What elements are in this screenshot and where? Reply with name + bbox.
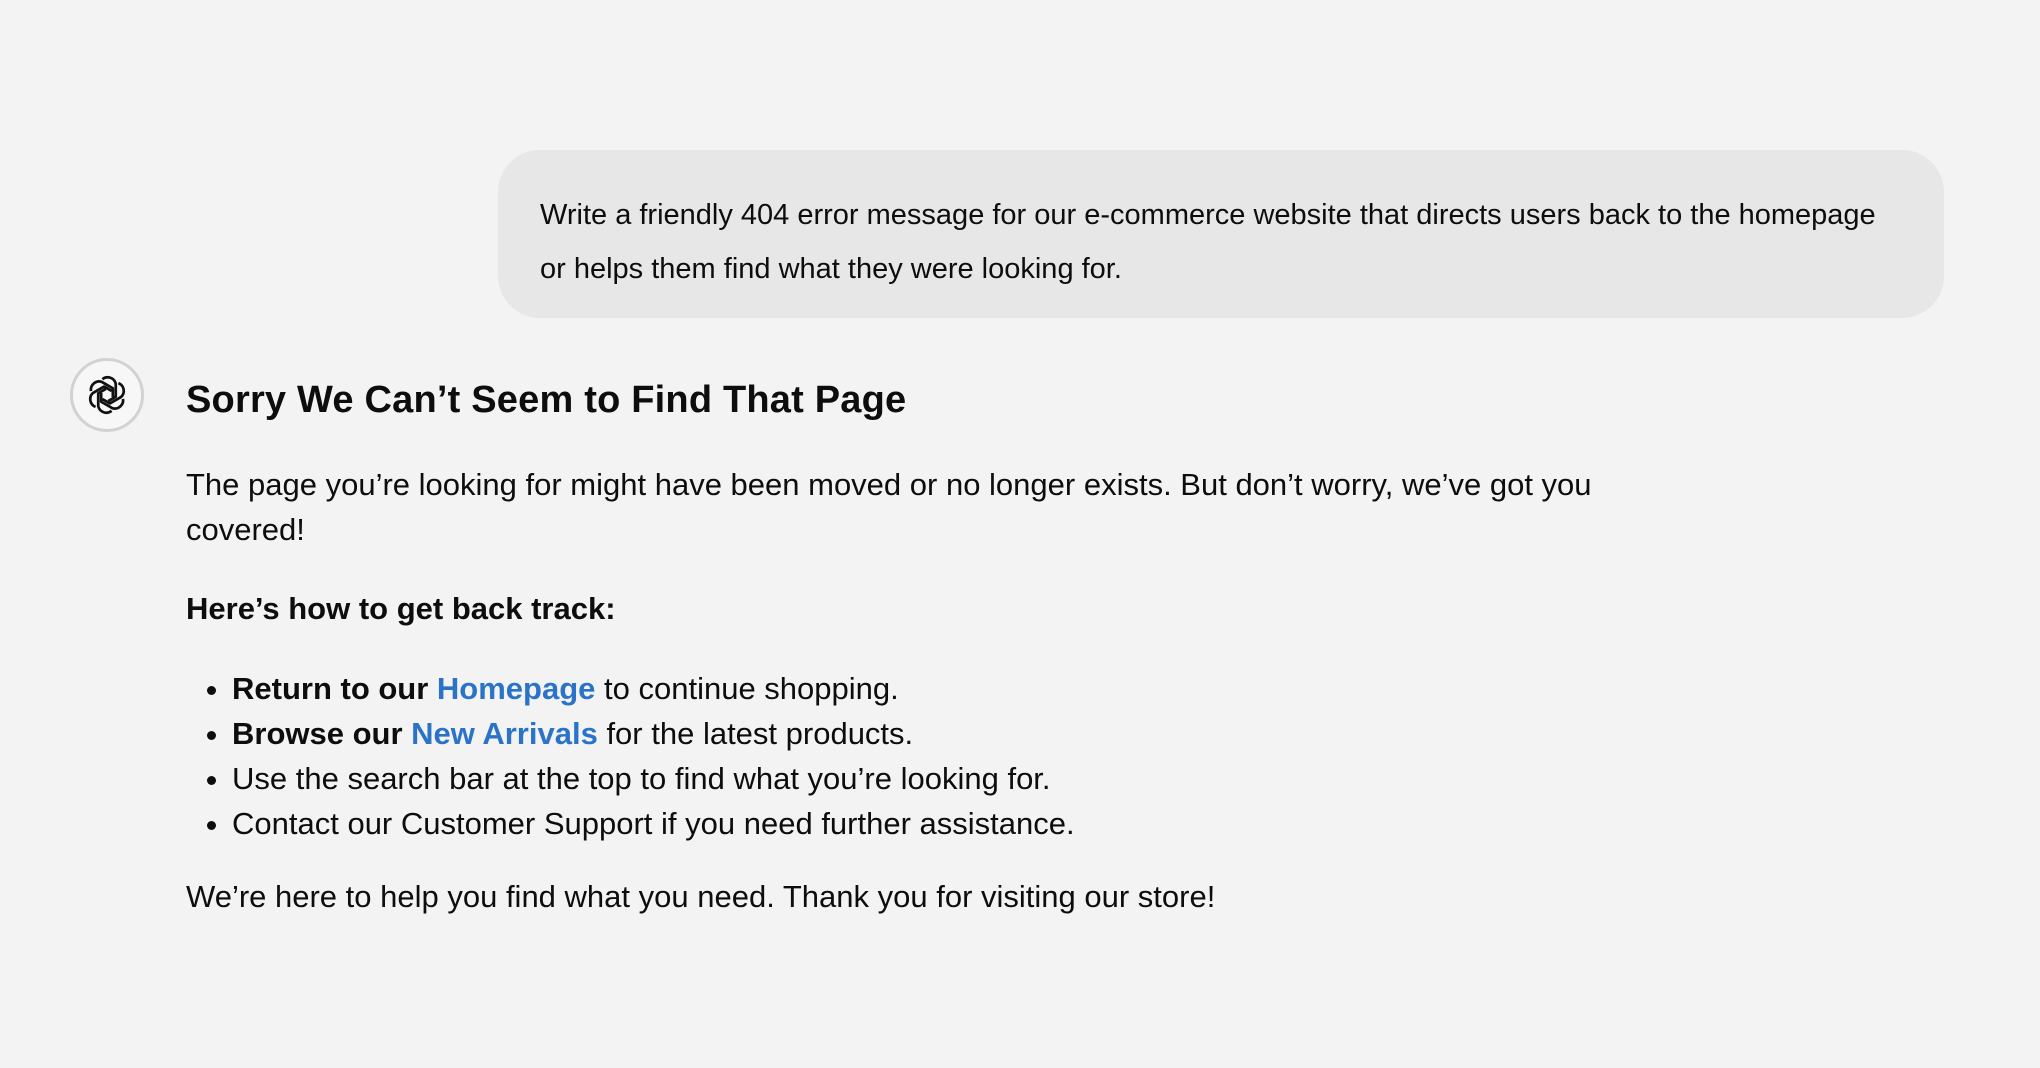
new-arrivals-link[interactable]: New Arrivals (411, 716, 598, 751)
homepage-link[interactable]: Homepage (437, 671, 595, 706)
assistant-response: Sorry We Can’t Seem to Find That Page Th… (186, 374, 1606, 914)
list-item-rest: for the latest products. (597, 716, 914, 751)
list-item-homepage: Return to our Homepage to continue shopp… (232, 666, 1532, 711)
list-item-bold: Browse our (232, 716, 412, 751)
list-item-search: Use the search bar at the top to find wh… (232, 756, 1532, 801)
list-item-rest: to continue shopping. (595, 671, 899, 706)
howto-heading: Here’s how to get back track: (186, 591, 616, 626)
assistant-avatar (70, 358, 144, 432)
list-item-bold: Return to our (232, 671, 437, 706)
openai-logo-icon (82, 370, 132, 420)
user-message-text: Write a friendly 404 error message for o… (540, 199, 1876, 285)
response-heading: Sorry We Can’t Seem to Find That Page (186, 379, 907, 421)
response-outro: We’re here to help you find what you nee… (186, 879, 1216, 914)
list-item-new-arrivals: Browse our New Arrivals for the latest p… (232, 711, 1532, 756)
list-item-support: Contact our Customer Support if you need… (232, 801, 1532, 846)
help-list: Return to our Homepage to continue shopp… (186, 666, 1532, 846)
response-intro: The page you’re looking for might have b… (186, 467, 1592, 547)
user-message-bubble: Write a friendly 404 error message for o… (498, 150, 1944, 318)
